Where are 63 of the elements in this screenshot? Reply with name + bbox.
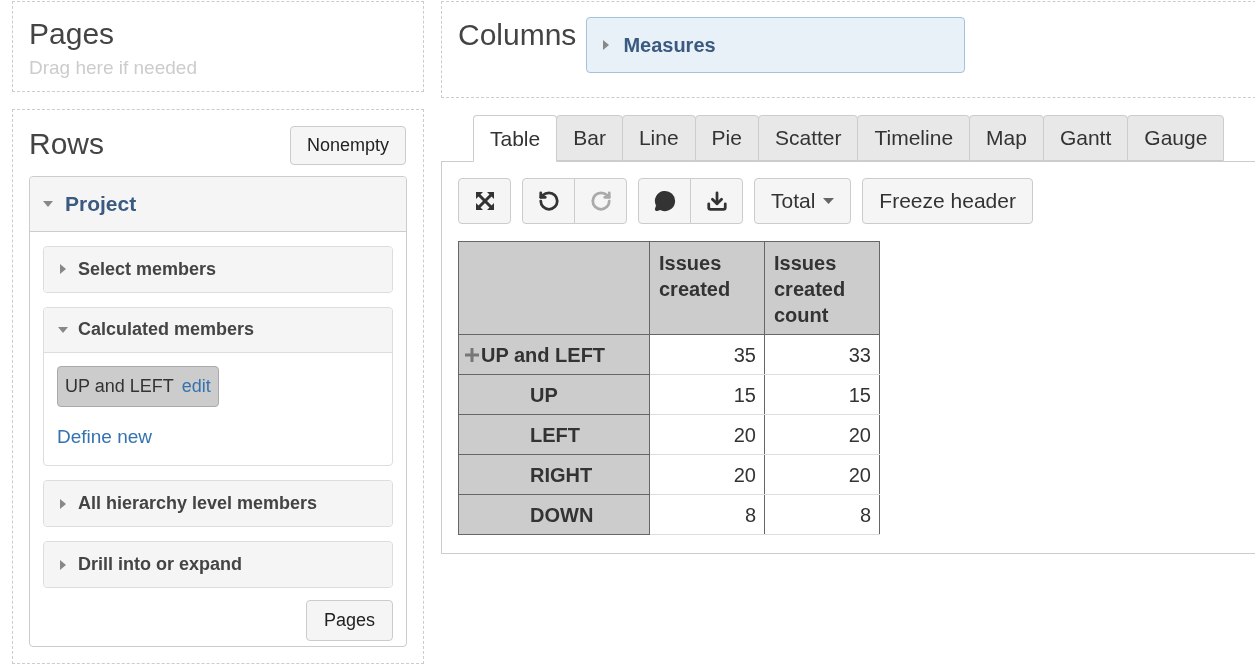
caret-icon	[58, 498, 68, 509]
section-title: Calculated members	[78, 318, 255, 342]
total-dropdown[interactable]: Total	[754, 178, 852, 224]
caret-icon	[58, 324, 68, 335]
plus-icon[interactable]	[465, 347, 479, 362]
section-header[interactable]: Drill into or expand	[44, 542, 392, 588]
caret-icon	[823, 198, 835, 204]
table-cell: 20	[649, 454, 765, 495]
section-title: Drill into or expand	[78, 553, 242, 577]
section-title: All hierarchy level members	[78, 492, 318, 516]
row-label: DOWN	[530, 502, 594, 528]
member-label: UP and LEFT	[65, 374, 174, 398]
measures-chip[interactable]: Measures	[586, 17, 966, 73]
chart-tab[interactable]: Gantt	[1042, 115, 1129, 161]
table-cell: 20	[764, 454, 880, 495]
toolbar-button[interactable]	[522, 178, 575, 224]
table-cell: 15	[764, 374, 880, 415]
chart-tab[interactable]: Line	[621, 115, 696, 161]
columns-title: Columns	[458, 17, 577, 53]
pages-button[interactable]: Pages	[305, 600, 393, 642]
comment-icon	[653, 190, 676, 212]
table-cell: 8	[764, 494, 880, 535]
section-header[interactable]: Calculated members	[44, 307, 392, 353]
dimension-header[interactable]: Project	[30, 176, 406, 232]
chart-tab[interactable]: Gauge	[1127, 115, 1225, 161]
column-header: Issues created count	[764, 241, 880, 335]
caret-icon	[43, 198, 53, 209]
section-header[interactable]: Select members	[44, 246, 392, 292]
table-cell: 20	[649, 414, 765, 455]
undo-icon	[537, 190, 560, 212]
chart-tab[interactable]: Scatter	[757, 115, 859, 161]
pages-title: Pages	[29, 16, 116, 52]
chart-tab[interactable]: Timeline	[857, 115, 971, 161]
table-cell: 35	[649, 334, 765, 375]
chart-tab[interactable]: Table	[473, 115, 558, 162]
define-new-link[interactable]: Define new	[57, 425, 153, 447]
chart-tab[interactable]: Map	[969, 115, 1044, 161]
toolbar-button[interactable]	[638, 178, 691, 224]
redo-icon	[589, 190, 612, 212]
chart-tab[interactable]: Bar	[556, 115, 623, 161]
dimension-title: Project	[65, 191, 137, 217]
fullscreen-icon	[474, 191, 495, 211]
chart-tab[interactable]: Pie	[694, 115, 759, 161]
column-header: Issues created	[649, 241, 765, 335]
table-cell: 15	[649, 374, 765, 415]
caret-icon	[58, 264, 68, 275]
download-icon	[705, 190, 728, 212]
nonempty-button[interactable]: Nonempty	[289, 125, 406, 165]
table-cell: 33	[764, 334, 880, 375]
row-label: UP	[530, 382, 558, 408]
toolbar-button[interactable]	[690, 178, 743, 224]
table-cell: 20	[764, 414, 880, 455]
section-title: Select members	[78, 257, 217, 281]
row-label: UP and LEFT	[481, 342, 606, 368]
freeze-header-button[interactable]: Freeze header	[862, 178, 1033, 224]
toolbar-button[interactable]	[458, 178, 511, 224]
row-label: RIGHT	[530, 462, 593, 488]
row-label: LEFT	[530, 422, 580, 448]
caret-icon	[58, 559, 68, 570]
table-cell: 8	[649, 494, 765, 535]
rows-title: Rows	[29, 125, 104, 162]
measures-label: Measures	[623, 33, 716, 58]
section-header[interactable]: All hierarchy level members	[44, 481, 392, 527]
